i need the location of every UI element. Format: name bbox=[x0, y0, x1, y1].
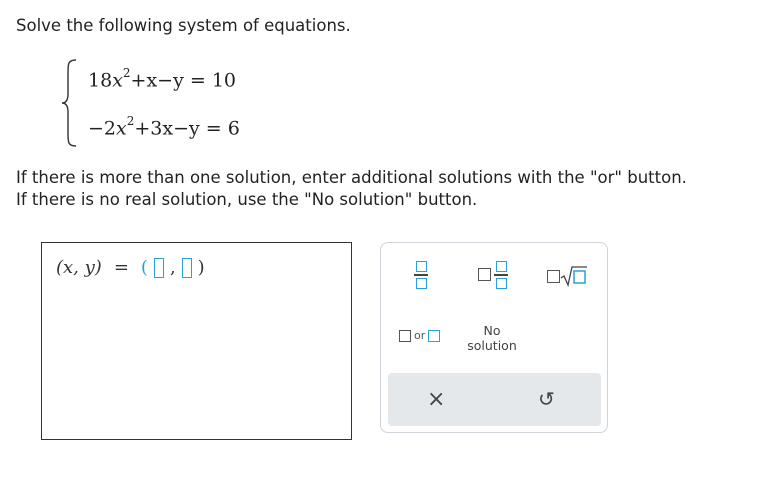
mixed-fraction-icon bbox=[494, 261, 508, 289]
no-solution-button[interactable]: No solution bbox=[467, 323, 517, 353]
or-left-box-icon bbox=[399, 329, 411, 342]
whole-box-icon bbox=[478, 268, 491, 282]
square-root-button[interactable] bbox=[547, 265, 588, 287]
equation-system: 18x2+x−y = 10 −2x2+3x−y = 6 bbox=[60, 58, 300, 148]
fraction-button[interactable] bbox=[414, 261, 428, 289]
answer-area[interactable]: (x, y) = ( , ) bbox=[41, 242, 352, 440]
x-input-slot[interactable] bbox=[153, 257, 164, 278]
no-solution-label-2: solution bbox=[467, 338, 517, 353]
mixed-number-button[interactable] bbox=[478, 261, 508, 289]
no-solution-label-1: No bbox=[483, 323, 501, 338]
or-button[interactable]: or bbox=[399, 329, 441, 342]
open-paren: ( bbox=[140, 257, 148, 278]
y-input-slot[interactable] bbox=[181, 257, 192, 278]
coefficient-box-icon bbox=[547, 269, 560, 283]
instruction-no-solution: If there is no real solution, use the "N… bbox=[16, 190, 478, 209]
equation-1: 18x2+x−y = 10 bbox=[88, 66, 237, 92]
answer-label: (x, y) bbox=[56, 257, 102, 278]
palette-footer: × ↺ bbox=[388, 373, 601, 426]
equation-2: −2x2+3x−y = 6 bbox=[88, 114, 240, 140]
fraction-bar-icon bbox=[414, 274, 428, 276]
math-palette: or No solution × ↺ bbox=[380, 242, 608, 433]
undo-button[interactable]: ↺ bbox=[538, 387, 555, 411]
close-paren: ) bbox=[197, 257, 205, 278]
numerator-box-icon bbox=[415, 261, 427, 272]
denominator-box-icon bbox=[415, 277, 427, 289]
clear-button[interactable]: × bbox=[427, 387, 445, 412]
sqrt-icon bbox=[560, 266, 587, 287]
close-icon: × bbox=[427, 387, 446, 412]
or-right-box-icon bbox=[428, 329, 441, 342]
left-brace bbox=[61, 59, 77, 147]
undo-icon: ↺ bbox=[538, 387, 555, 411]
or-label: or bbox=[414, 329, 426, 342]
equals-sign: = bbox=[113, 257, 129, 278]
instruction-or: If there is more than one solution, ente… bbox=[16, 168, 687, 187]
problem-prompt: Solve the following system of equations. bbox=[16, 16, 351, 35]
comma: , bbox=[169, 257, 176, 278]
answer-expression: (x, y) = ( , ) bbox=[56, 257, 205, 278]
